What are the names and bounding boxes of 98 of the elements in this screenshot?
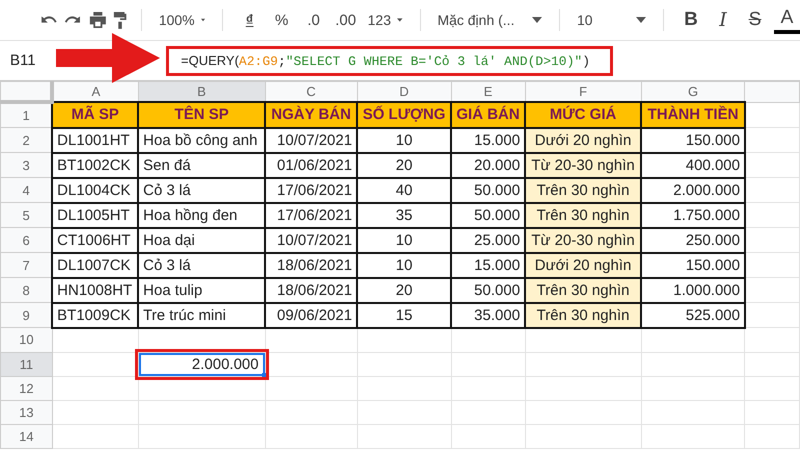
table-cell: 10: [357, 228, 452, 252]
row-header[interactable]: 4: [0, 178, 52, 202]
row-header[interactable]: 10: [0, 328, 52, 352]
row-header[interactable]: 14: [0, 424, 52, 448]
table-cell: Hoa hồng đen: [138, 202, 266, 228]
name-box[interactable]: B11: [10, 52, 36, 68]
caret-icon: [397, 17, 403, 23]
table-cell: CT1006HT: [52, 228, 138, 252]
header-cell: NGÀY BÁN: [265, 102, 358, 128]
table-cell: Trên 30 nghìn: [525, 178, 642, 202]
header-cell: TÊN SP: [138, 102, 266, 128]
table-cell: DL1001HT: [52, 128, 138, 152]
table-cell: 18/06/2021: [265, 278, 358, 302]
caret-icon: [200, 17, 205, 23]
selected-cell[interactable]: 2.000.000: [138, 352, 265, 376]
column-header[interactable]: D: [357, 82, 452, 102]
table-cell: 250.000: [641, 228, 745, 252]
table-cell: Cỏ 3 lá: [138, 252, 266, 278]
font-size-dropdown[interactable]: 10: [574, 6, 650, 34]
table-cell: 525.000: [641, 302, 745, 328]
table-cell: 10: [357, 252, 452, 278]
header-cell: MỨC GIÁ: [525, 102, 642, 128]
table-cell: BT1002CK: [52, 152, 138, 178]
table-cell: 2.000.000: [641, 178, 745, 202]
table-cell: 15: [357, 302, 452, 328]
table-cell: DL1007CK: [52, 252, 138, 278]
header-cell: GIÁ BÁN: [451, 102, 526, 128]
row-header[interactable]: 6: [0, 228, 52, 252]
currency-button[interactable]: ₫: [236, 6, 263, 34]
table-cell: 10: [357, 128, 452, 152]
table-cell: 01/06/2021: [265, 152, 358, 178]
table-cell: Cỏ 3 lá: [138, 178, 266, 202]
table-cell: 150.000: [641, 128, 745, 152]
column-header[interactable]: A: [52, 82, 138, 102]
zoom-dropdown[interactable]: 100%: [156, 6, 208, 34]
table-cell: 35: [357, 202, 452, 228]
table-cell: DL1004CK: [52, 178, 138, 202]
caret-icon: [636, 17, 646, 23]
table-cell: 150.000: [641, 252, 745, 278]
row-header[interactable]: 13: [0, 400, 52, 424]
table-cell: Hoa dại: [138, 228, 266, 252]
row-header[interactable]: 9: [0, 302, 52, 328]
header-cell: THÀNH TIỀN: [641, 102, 745, 128]
formula-text: =QUERY(A2:G9;"SELECT G WHERE B='Cỏ 3 lá' AND(D>10)"): [181, 52, 590, 68]
table-cell: Từ 20-30 nghìn: [525, 152, 642, 178]
table-cell: 20: [357, 278, 452, 302]
formula-field[interactable]: =QUERY(A2:G9;"SELECT G WHERE B='Cỏ 3 lá' AND(D>10)"): [166, 46, 613, 76]
row-header[interactable]: 3: [0, 152, 52, 178]
strikethrough-button[interactable]: S: [742, 6, 768, 34]
header-cell: SỐ LƯỢNG: [357, 102, 452, 128]
paint-format-icon[interactable]: [112, 10, 127, 30]
row-header[interactable]: 2: [0, 128, 52, 152]
table-cell: Trên 30 nghìn: [525, 302, 642, 328]
table-cell: Tre trúc mini: [138, 302, 266, 328]
table-cell: 09/06/2021: [265, 302, 358, 328]
italic-button[interactable]: I: [710, 6, 736, 34]
table-cell: 10/07/2021: [265, 128, 358, 152]
table-cell: HN1008HT: [52, 278, 138, 302]
number-format-dropdown[interactable]: 123: [364, 6, 406, 34]
column-header[interactable]: C: [265, 82, 358, 102]
table-cell: DL1005HT: [52, 202, 138, 228]
table-cell: 17/06/2021: [265, 178, 358, 202]
column-header[interactable]: F: [525, 82, 642, 102]
row-header[interactable]: 8: [0, 278, 52, 302]
print-icon[interactable]: [89, 11, 107, 29]
increase-decimals-button[interactable]: .00: [332, 6, 359, 34]
row-header[interactable]: 12: [0, 376, 52, 400]
text-color-button[interactable]: A: [774, 6, 800, 34]
table-cell: Hoa tulip: [138, 278, 266, 302]
table-cell: 20: [357, 152, 452, 178]
table-cell: Từ 20-30 nghìn: [525, 228, 642, 252]
table-cell: 18/06/2021: [265, 252, 358, 278]
percent-button[interactable]: %: [268, 6, 295, 34]
table-cell: Dưới 20 nghìn: [525, 252, 642, 278]
row-header[interactable]: 1: [0, 102, 52, 128]
bold-button[interactable]: B: [678, 6, 704, 34]
header-cell: MÃ SP: [52, 102, 138, 128]
row-header[interactable]: 5: [0, 202, 52, 228]
table-cell: 1.000.000: [641, 278, 745, 302]
table-cell: BT1009CK: [52, 302, 138, 328]
table-cell: 40: [357, 178, 452, 202]
table-cell: 1.750.000: [641, 202, 745, 228]
caret-icon: [532, 17, 542, 23]
column-header[interactable]: E: [451, 82, 526, 102]
row-header[interactable]: 7: [0, 252, 52, 278]
table-cell: Dưới 20 nghìn: [525, 128, 642, 152]
column-header[interactable]: G: [641, 82, 745, 102]
table-cell: Hoa bồ công anh: [138, 128, 266, 152]
table-cell: 400.000: [641, 152, 745, 178]
table-cell: Trên 30 nghìn: [525, 278, 642, 302]
column-header[interactable]: B: [138, 82, 266, 102]
decrease-decimals-button[interactable]: .0: [300, 6, 327, 34]
row-header[interactable]: 11: [0, 352, 52, 376]
table-cell: 17/06/2021: [265, 202, 358, 228]
table-cell: 10/07/2021: [265, 228, 358, 252]
font-dropdown[interactable]: Mặc định (...: [434, 6, 546, 34]
table-cell: Sen đá: [138, 152, 266, 178]
table-cell: Trên 30 nghìn: [525, 202, 642, 228]
